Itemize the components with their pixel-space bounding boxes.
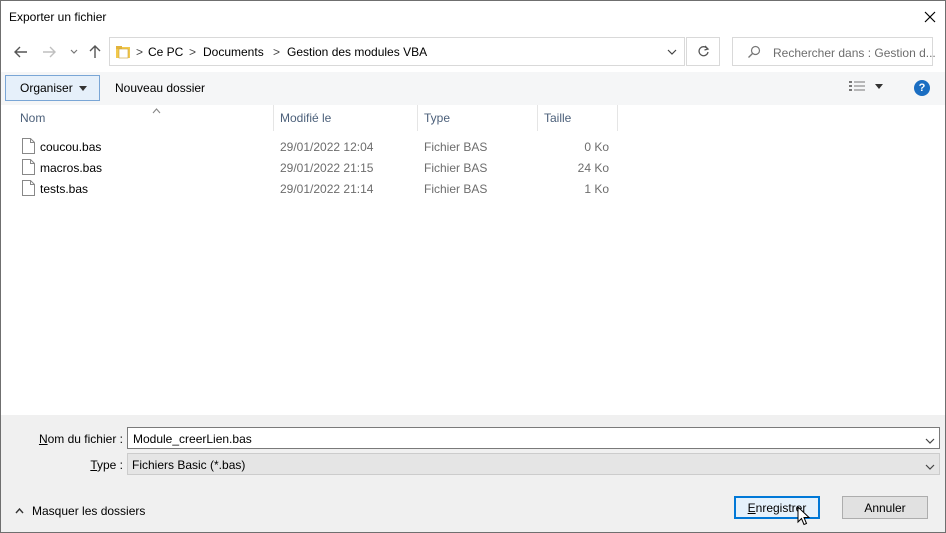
cancel-button[interactable]: Annuler	[842, 496, 928, 519]
file-icon	[22, 180, 35, 199]
type-label: Type :	[90, 458, 123, 472]
chevron-down-icon	[925, 459, 935, 473]
file-size: 0 Ko	[584, 140, 609, 154]
chevron-up-icon	[15, 508, 24, 514]
close-icon	[924, 11, 936, 22]
file-row[interactable]: tests.bas 29/01/2022 21:14 Fichier BAS 1…	[1, 178, 621, 199]
file-list: Nom Modifié le Type Taille coucou.bas 29…	[1, 105, 945, 415]
filename-label: Nom du fichier :	[38, 432, 123, 446]
close-button[interactable]	[915, 1, 945, 32]
address-dropdown-button[interactable]	[662, 44, 682, 60]
hide-folders-label: Masquer les dossiers	[32, 504, 146, 518]
column-header-type[interactable]: Type	[418, 105, 538, 131]
title-bar: Exporter un fichier	[1, 1, 945, 32]
file-type-select[interactable]: Fichiers Basic (*.bas)	[127, 453, 940, 475]
breadcrumb-separator: >	[189, 45, 197, 59]
refresh-button[interactable]	[686, 37, 720, 66]
file-icon	[22, 159, 35, 178]
file-modified: 29/01/2022 21:14	[280, 182, 374, 196]
breadcrumb-separator: >	[273, 45, 281, 59]
caret-down-icon	[78, 85, 87, 91]
arrow-right-icon	[43, 46, 56, 58]
organise-label: Organiser	[20, 81, 73, 95]
file-name: coucou.bas	[40, 140, 102, 154]
column-header-name[interactable]: Nom	[14, 105, 274, 131]
help-button[interactable]: ?	[914, 80, 930, 96]
column-header-modified[interactable]: Modifié le	[274, 105, 418, 131]
details-view-icon	[849, 81, 865, 91]
recent-locations-button[interactable]	[65, 43, 83, 61]
arrow-up-icon	[89, 45, 101, 58]
filename-value: Module_creerLien.bas	[133, 432, 252, 446]
breadcrumb-ce-pc[interactable]: Ce PC	[148, 45, 183, 59]
organise-button[interactable]: Organiser	[5, 75, 100, 101]
file-modified: 29/01/2022 21:15	[280, 161, 374, 175]
breadcrumb-documents[interactable]: Documents	[203, 45, 264, 59]
up-button[interactable]	[86, 43, 104, 61]
forward-button[interactable]	[40, 43, 58, 61]
address-bar[interactable]: > Ce PC > Documents > Gestion des module…	[109, 37, 685, 66]
caret-down-icon	[875, 83, 883, 89]
file-size: 1 Ko	[584, 182, 609, 196]
search-input[interactable]: Rechercher dans : Gestion d...	[773, 46, 936, 60]
search-box[interactable]: Rechercher dans : Gestion d...	[732, 37, 936, 66]
chevron-down-icon[interactable]	[925, 433, 935, 447]
filename-field[interactable]: Module_creerLien.bas	[127, 427, 940, 449]
file-name: tests.bas	[40, 182, 89, 196]
breadcrumb-separator: >	[136, 45, 144, 59]
file-icon	[22, 138, 35, 157]
refresh-icon	[697, 45, 709, 57]
file-type: Fichier BAS	[424, 182, 488, 196]
file-size: 24 Ko	[577, 161, 609, 175]
file-name: macros.bas	[40, 161, 103, 175]
view-options-button[interactable]	[849, 80, 883, 92]
file-row[interactable]: macros.bas 29/01/2022 21:15 Fichier BAS …	[1, 157, 621, 178]
file-type: Fichier BAS	[424, 161, 488, 175]
sort-ascending-icon	[152, 103, 161, 117]
breadcrumb-gestion-modules-vba[interactable]: Gestion des modules VBA	[287, 45, 427, 59]
mouse-cursor-icon	[797, 506, 810, 526]
new-folder-button[interactable]: Nouveau dossier	[115, 81, 205, 95]
back-button[interactable]	[12, 43, 30, 61]
hide-folders-button[interactable]: Masquer les dossiers	[15, 504, 145, 518]
folder-icon	[115, 44, 131, 63]
file-type-value: Fichiers Basic (*.bas)	[132, 458, 246, 472]
file-row[interactable]: coucou.bas 29/01/2022 12:04 Fichier BAS …	[1, 136, 621, 157]
column-header-size[interactable]: Taille	[538, 105, 618, 131]
command-bar: Organiser Nouveau dossier ?	[1, 72, 945, 105]
window-title: Exporter un fichier	[9, 10, 107, 24]
chevron-down-icon	[667, 49, 677, 55]
chevron-down-icon	[70, 49, 78, 54]
arrow-left-icon	[14, 46, 27, 58]
navigation-bar: > Ce PC > Documents > Gestion des module…	[1, 32, 945, 72]
search-icon	[747, 45, 761, 62]
export-file-dialog: Exporter un fichier > Ce PC > Documents …	[0, 0, 946, 533]
file-type: Fichier BAS	[424, 140, 488, 154]
file-modified: 29/01/2022 12:04	[280, 140, 374, 154]
